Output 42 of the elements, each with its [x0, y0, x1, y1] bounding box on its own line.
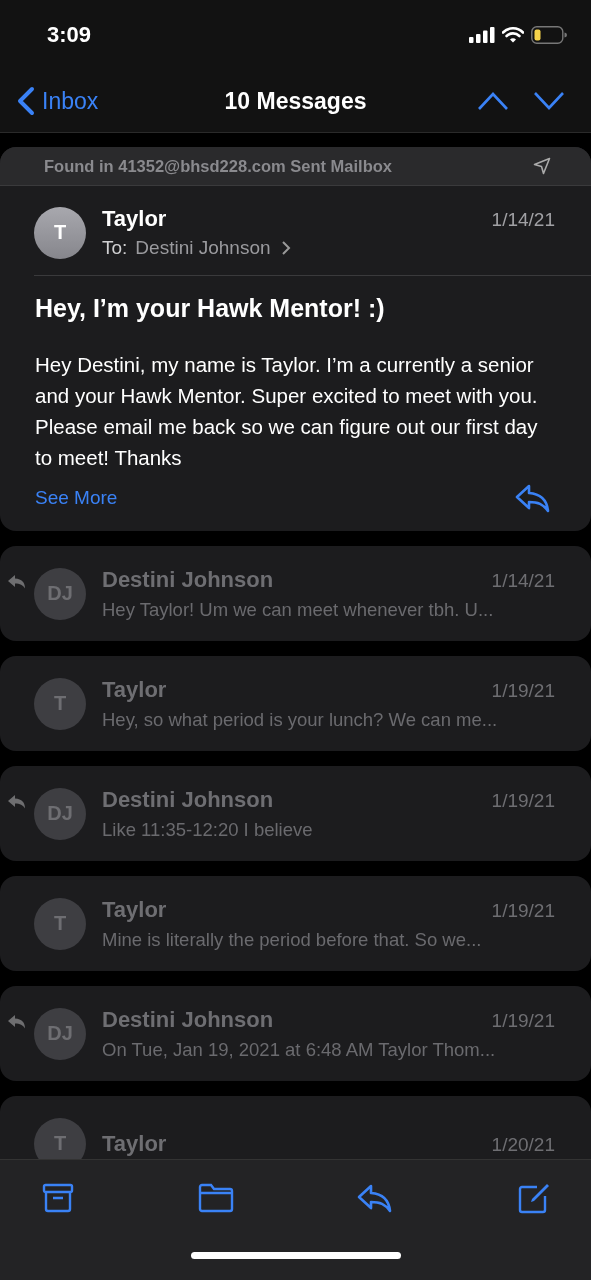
sender-name: Destini Johnson: [102, 1006, 274, 1033]
message-date: 1/14/21: [491, 569, 555, 592]
sender-name: Taylor: [102, 896, 167, 923]
message-date: 1/20/21: [491, 1133, 555, 1156]
status-time: 3:09: [47, 22, 92, 48]
compose-button[interactable]: [516, 1182, 551, 1214]
reply-button[interactable]: [515, 483, 551, 513]
message-date: 1/19/21: [491, 1009, 555, 1032]
reply-button[interactable]: [357, 1182, 394, 1214]
chevron-icon: [280, 240, 291, 256]
found-in-text: Found in 41352@bhsd228.com Sent Mailbox: [44, 156, 392, 176]
message-preview: Mine is literally the period before that. So we...: [102, 928, 483, 951]
sender-name: Destini Johnson: [102, 786, 274, 813]
message-body: Hey Destini, my name is Taylor. I’m a currently a senior and your Hawk Mentor. Super excited to meet with you. Please email me back so we can figure out our first day to meet! Thanks: [34, 352, 539, 471]
message-date: 1/19/21: [491, 899, 555, 922]
to-label: To:: [102, 237, 128, 259]
message-date: 1/19/21: [491, 789, 555, 812]
previous-message-button[interactable]: [477, 91, 509, 111]
next-message-button[interactable]: [533, 91, 565, 111]
message-preview: Hey Taylor! Um we can meet whenever tbh. U...: [102, 598, 495, 621]
signal-icon: [469, 27, 495, 43]
message-preview: On Tue, Jan 19, 2021 at 6:48 AM Taylor Thom...: [102, 1038, 497, 1061]
message-date: 1/14/21: [491, 209, 555, 231]
message-subject: Hey, I’m your Hawk Mentor! :): [34, 293, 386, 323]
wifi-icon: [502, 27, 524, 43]
back-button[interactable]: Inbox: [16, 86, 99, 116]
back-chevron-icon: [16, 86, 36, 116]
see-more-link[interactable]: See More: [35, 487, 118, 509]
folder-button[interactable]: [197, 1182, 234, 1214]
message-date: 1/19/21: [491, 679, 555, 702]
send-icon: [533, 157, 551, 175]
nav-title: 10 Messages: [224, 87, 367, 115]
sender-name: Destini Johnson: [102, 566, 274, 593]
message-preview: Like 11:35-12:20 I believe: [102, 818, 314, 841]
recipient-link[interactable]: Destini Johnson: [135, 237, 291, 259]
message-preview: Hey, so what period is your lunch? We can me...: [102, 708, 499, 731]
battery-icon: [531, 26, 567, 44]
sender-name: Taylor: [102, 1130, 167, 1157]
sender-name: Taylor: [102, 676, 167, 703]
avatar: T: [34, 206, 86, 259]
sender-name: Taylor: [102, 206, 167, 232]
archive-button[interactable]: [42, 1182, 74, 1214]
